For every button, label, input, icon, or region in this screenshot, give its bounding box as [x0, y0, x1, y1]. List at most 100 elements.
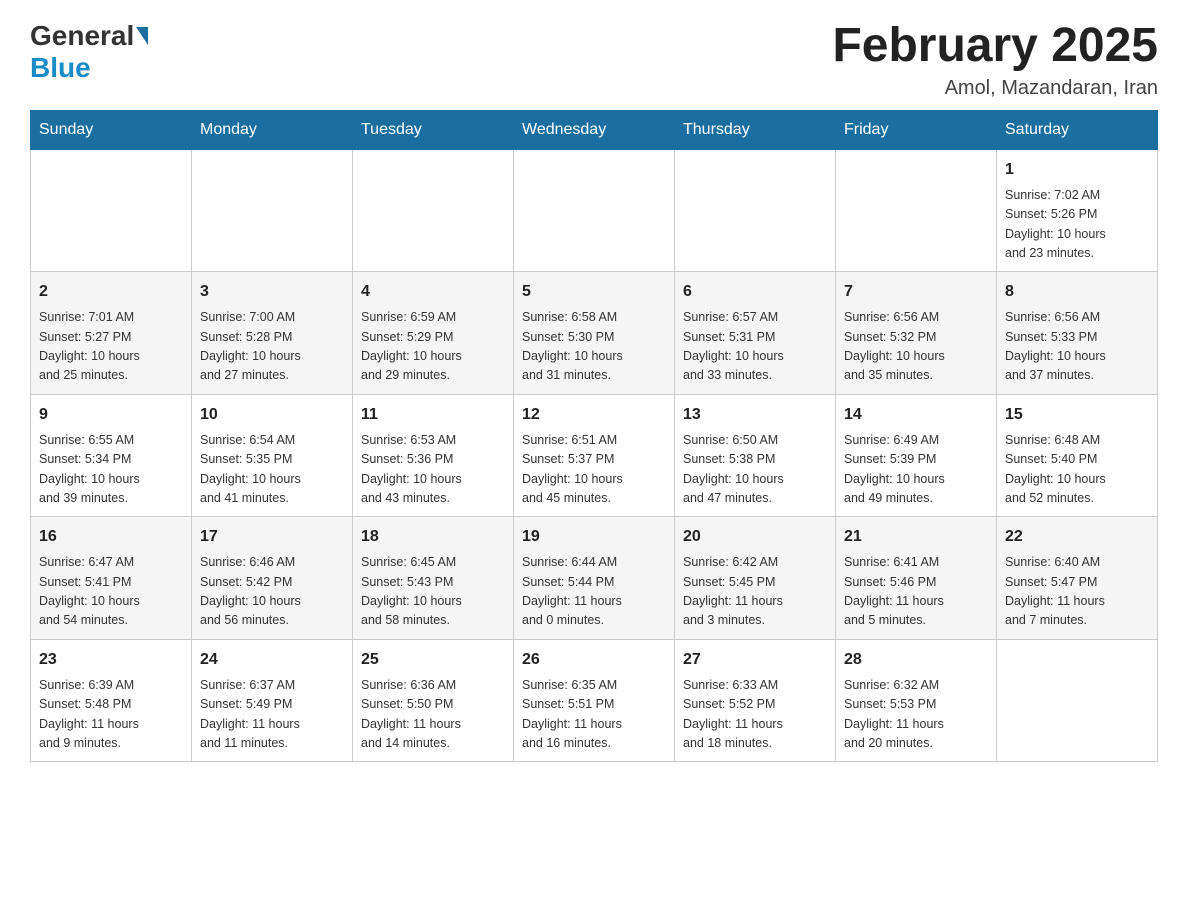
day-info: Sunrise: 6:41 AM Sunset: 5:46 PM Dayligh… — [844, 553, 988, 631]
col-tuesday: Tuesday — [353, 110, 514, 149]
day-number: 6 — [683, 280, 827, 304]
day-number: 22 — [1005, 525, 1149, 549]
day-info: Sunrise: 6:35 AM Sunset: 5:51 PM Dayligh… — [522, 676, 666, 754]
logo: General Blue — [30, 20, 150, 84]
day-number: 25 — [361, 648, 505, 672]
day-number: 5 — [522, 280, 666, 304]
month-title: February 2025 — [832, 20, 1158, 73]
day-info: Sunrise: 6:33 AM Sunset: 5:52 PM Dayligh… — [683, 676, 827, 754]
day-info: Sunrise: 6:42 AM Sunset: 5:45 PM Dayligh… — [683, 553, 827, 631]
table-row — [997, 639, 1158, 762]
table-row: 11 Sunrise: 6:53 AM Sunset: 5:36 PM Dayli… — [353, 394, 514, 517]
location-text: Amol, Mazandaran, Iran — [832, 77, 1158, 100]
day-number: 18 — [361, 525, 505, 549]
calendar-week-row: 9Sunrise: 6:55 AM Sunset: 5:34 PM Daylig… — [31, 394, 1158, 517]
day-info: Sunrise: 6:50 AM Sunset: 5:38 PM Dayligh… — [683, 431, 827, 509]
day-number: 24 — [200, 648, 344, 672]
day-number: 13 — [683, 403, 827, 427]
day-number: 19 — [522, 525, 666, 549]
day-info: Sunrise: 6:40 AM Sunset: 5:47 PM Dayligh… — [1005, 553, 1149, 631]
day-info: Sunrise: 6:37 AM Sunset: 5:49 PM Dayligh… — [200, 676, 344, 754]
day-number: 7 — [844, 280, 988, 304]
day-number: 4 — [361, 280, 505, 304]
day-number: 12 — [522, 403, 666, 427]
col-friday: Friday — [836, 110, 997, 149]
day-number: 27 — [683, 648, 827, 672]
table-row — [31, 149, 192, 272]
table-row — [675, 149, 836, 272]
day-info: Sunrise: 6:59 AM Sunset: 5:29 PM Dayligh… — [361, 308, 505, 386]
table-row: 2Sunrise: 7:01 AM Sunset: 5:27 PM Daylig… — [31, 272, 192, 395]
day-number: 17 — [200, 525, 344, 549]
logo-arrow-icon — [136, 27, 148, 45]
table-row: 20 Sunrise: 6:42 AM Sunset: 5:45 PM Dayli… — [675, 517, 836, 640]
table-row: 1 Sunrise: 7:02 AM Sunset: 5:26 PM Daylig… — [997, 149, 1158, 272]
day-info: Sunrise: 6:49 AM Sunset: 5:39 PM Dayligh… — [844, 431, 988, 509]
day-number: 2 — [39, 280, 183, 304]
calendar-week-row: 1 Sunrise: 7:02 AM Sunset: 5:26 PM Daylig… — [31, 149, 1158, 272]
day-number: 1 — [1005, 158, 1149, 182]
day-info: Sunrise: 6:57 AM Sunset: 5:31 PM Dayligh… — [683, 308, 827, 386]
table-row: 24 Sunrise: 6:37 AM Sunset: 5:49 PM Dayli… — [192, 639, 353, 762]
table-row: 19 Sunrise: 6:44 AM Sunset: 5:44 PM Dayli… — [514, 517, 675, 640]
table-row — [353, 149, 514, 272]
page-header: General Blue February 2025 Amol, Mazanda… — [30, 20, 1158, 100]
day-info: Sunrise: 7:02 AM Sunset: 5:26 PM Dayligh… — [1005, 186, 1149, 264]
col-thursday: Thursday — [675, 110, 836, 149]
col-monday: Monday — [192, 110, 353, 149]
table-row: 3Sunrise: 7:00 AM Sunset: 5:28 PM Daylig… — [192, 272, 353, 395]
table-row — [514, 149, 675, 272]
day-number: 16 — [39, 525, 183, 549]
day-number: 8 — [1005, 280, 1149, 304]
table-row: 7 Sunrise: 6:56 AM Sunset: 5:32 PM Daylig… — [836, 272, 997, 395]
calendar-header-row: Sunday Monday Tuesday Wednesday Thursday… — [31, 110, 1158, 149]
day-number: 20 — [683, 525, 827, 549]
logo-blue-text: Blue — [30, 52, 91, 84]
col-sunday: Sunday — [31, 110, 192, 149]
table-row: 8 Sunrise: 6:56 AM Sunset: 5:33 PM Daylig… — [997, 272, 1158, 395]
table-row: 23Sunrise: 6:39 AM Sunset: 5:48 PM Dayli… — [31, 639, 192, 762]
col-wednesday: Wednesday — [514, 110, 675, 149]
day-number: 10 — [200, 403, 344, 427]
table-row: 12 Sunrise: 6:51 AM Sunset: 5:37 PM Dayli… — [514, 394, 675, 517]
day-number: 21 — [844, 525, 988, 549]
day-info: Sunrise: 6:53 AM Sunset: 5:36 PM Dayligh… — [361, 431, 505, 509]
table-row: 22 Sunrise: 6:40 AM Sunset: 5:47 PM Dayli… — [997, 517, 1158, 640]
table-row: 13 Sunrise: 6:50 AM Sunset: 5:38 PM Dayli… — [675, 394, 836, 517]
day-number: 26 — [522, 648, 666, 672]
day-info: Sunrise: 6:47 AM Sunset: 5:41 PM Dayligh… — [39, 553, 183, 631]
day-info: Sunrise: 6:32 AM Sunset: 5:53 PM Dayligh… — [844, 676, 988, 754]
logo-general-text: General — [30, 20, 134, 52]
table-row — [192, 149, 353, 272]
calendar-week-row: 2Sunrise: 7:01 AM Sunset: 5:27 PM Daylig… — [31, 272, 1158, 395]
day-info: Sunrise: 7:00 AM Sunset: 5:28 PM Dayligh… — [200, 308, 344, 386]
day-number: 11 — [361, 403, 505, 427]
table-row: 14 Sunrise: 6:49 AM Sunset: 5:39 PM Dayli… — [836, 394, 997, 517]
table-row: 15Sunrise: 6:48 AM Sunset: 5:40 PM Dayli… — [997, 394, 1158, 517]
table-row: 27 Sunrise: 6:33 AM Sunset: 5:52 PM Dayli… — [675, 639, 836, 762]
day-info: Sunrise: 6:58 AM Sunset: 5:30 PM Dayligh… — [522, 308, 666, 386]
table-row: 25 Sunrise: 6:36 AM Sunset: 5:50 PM Dayli… — [353, 639, 514, 762]
day-number: 28 — [844, 648, 988, 672]
day-info: Sunrise: 6:56 AM Sunset: 5:32 PM Dayligh… — [844, 308, 988, 386]
calendar-week-row: 23Sunrise: 6:39 AM Sunset: 5:48 PM Dayli… — [31, 639, 1158, 762]
calendar-week-row: 16 Sunrise: 6:47 AM Sunset: 5:41 PM Dayli… — [31, 517, 1158, 640]
calendar-table: Sunday Monday Tuesday Wednesday Thursday… — [30, 110, 1158, 763]
table-row: 17Sunrise: 6:46 AM Sunset: 5:42 PM Dayli… — [192, 517, 353, 640]
title-section: February 2025 Amol, Mazandaran, Iran — [832, 20, 1158, 100]
table-row: 28 Sunrise: 6:32 AM Sunset: 5:53 PM Dayli… — [836, 639, 997, 762]
table-row: 18Sunrise: 6:45 AM Sunset: 5:43 PM Dayli… — [353, 517, 514, 640]
col-saturday: Saturday — [997, 110, 1158, 149]
day-info: Sunrise: 6:55 AM Sunset: 5:34 PM Dayligh… — [39, 431, 183, 509]
day-info: Sunrise: 6:44 AM Sunset: 5:44 PM Dayligh… — [522, 553, 666, 631]
table-row — [836, 149, 997, 272]
table-row: 10Sunrise: 6:54 AM Sunset: 5:35 PM Dayli… — [192, 394, 353, 517]
day-info: Sunrise: 6:51 AM Sunset: 5:37 PM Dayligh… — [522, 431, 666, 509]
table-row: 9Sunrise: 6:55 AM Sunset: 5:34 PM Daylig… — [31, 394, 192, 517]
table-row: 16 Sunrise: 6:47 AM Sunset: 5:41 PM Dayli… — [31, 517, 192, 640]
day-number: 15 — [1005, 403, 1149, 427]
day-info: Sunrise: 6:36 AM Sunset: 5:50 PM Dayligh… — [361, 676, 505, 754]
day-number: 14 — [844, 403, 988, 427]
day-info: Sunrise: 6:56 AM Sunset: 5:33 PM Dayligh… — [1005, 308, 1149, 386]
day-number: 23 — [39, 648, 183, 672]
